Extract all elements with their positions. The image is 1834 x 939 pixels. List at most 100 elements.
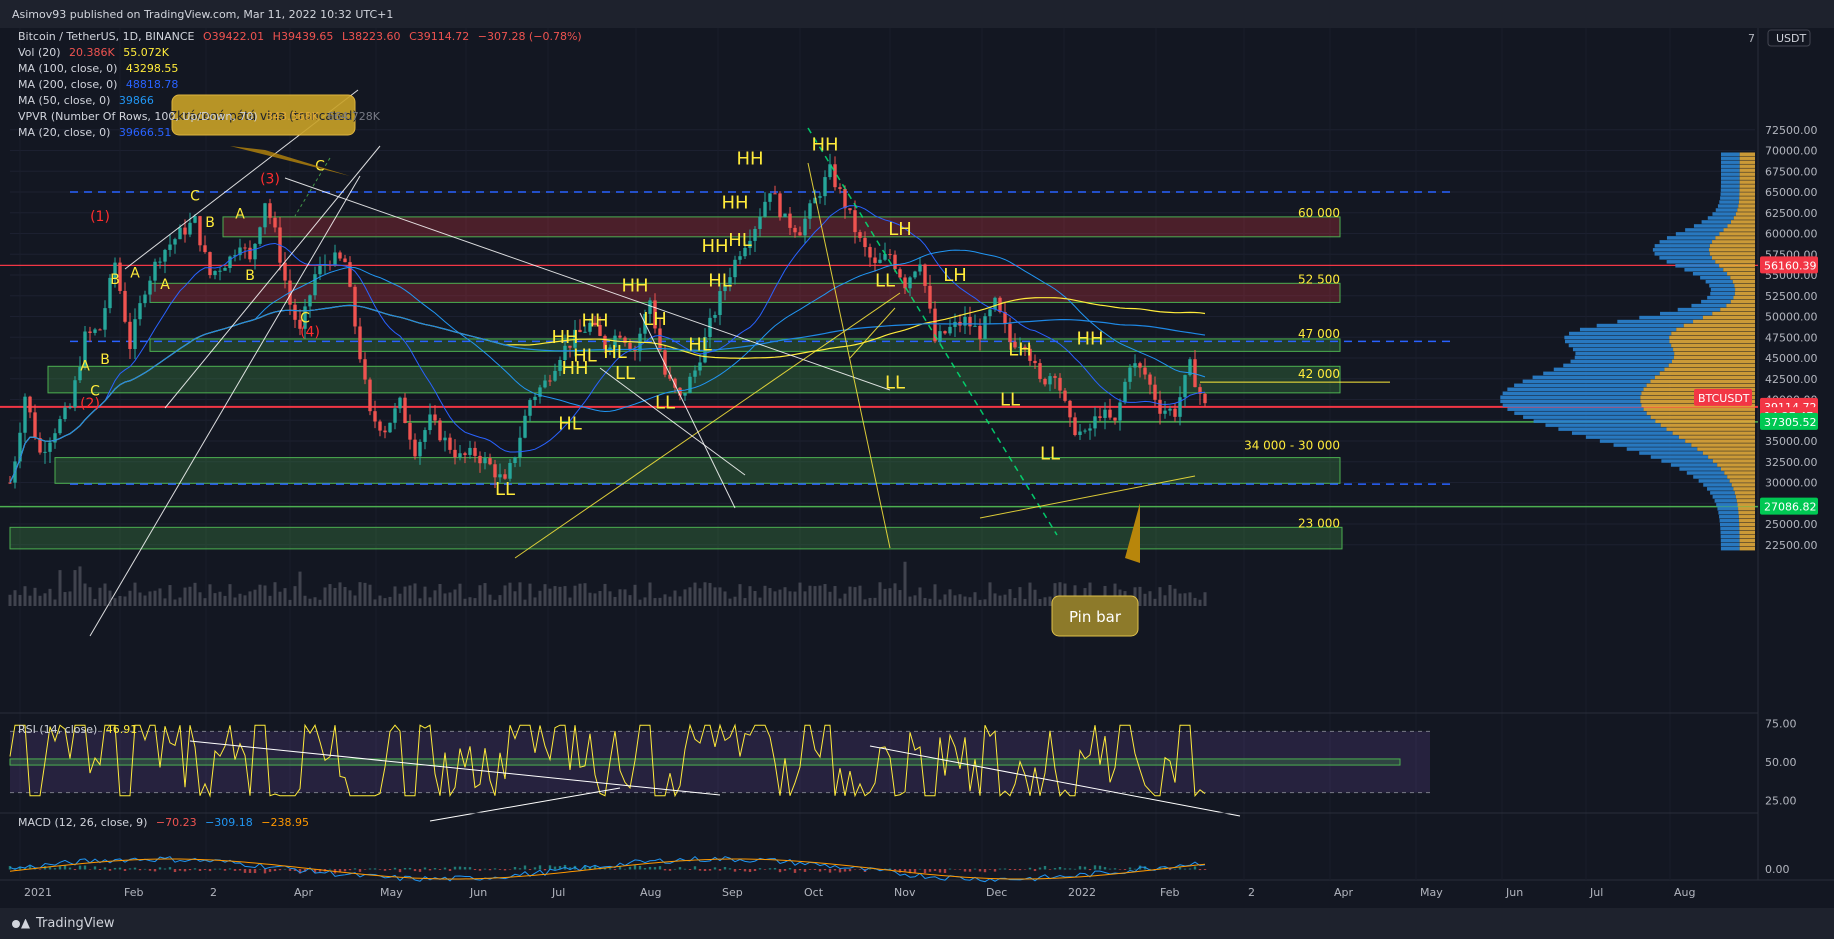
macd-hist-224 bbox=[1128, 867, 1132, 870]
candle-body-230 bbox=[1158, 399, 1162, 414]
volume-bar-23 bbox=[123, 596, 127, 606]
price-tag-label-5: 27086.82 bbox=[1764, 501, 1817, 514]
x-tick-label-8: Sep bbox=[722, 886, 743, 899]
candle-body-73 bbox=[373, 411, 377, 422]
macd-hist-96 bbox=[488, 869, 492, 871]
elliott-label-1: (3) bbox=[260, 172, 280, 188]
candle-body-101 bbox=[513, 457, 517, 464]
volume-bar-32 bbox=[168, 585, 172, 606]
macd-hist-221 bbox=[1113, 868, 1117, 870]
vp-bar-down-31 bbox=[1660, 423, 1755, 427]
vp-bar-up-78 bbox=[1666, 236, 1716, 240]
macd-hist-190 bbox=[958, 869, 962, 870]
candle-body-37 bbox=[193, 216, 197, 223]
candle-body-4 bbox=[28, 396, 32, 413]
vp-bar-up-10 bbox=[1717, 507, 1739, 511]
vp-bar-down-22 bbox=[1712, 459, 1755, 463]
vp-bar-up-20 bbox=[1679, 467, 1721, 471]
candle-body-217 bbox=[1093, 416, 1097, 429]
candle-body-138 bbox=[698, 362, 702, 371]
legend-low: L38223.60 bbox=[341, 30, 401, 43]
volume-bar-129 bbox=[653, 598, 657, 606]
volume-bar-147 bbox=[743, 598, 747, 606]
volume-bar-112 bbox=[568, 597, 572, 606]
vp-bar-up-82 bbox=[1701, 220, 1731, 224]
candle-body-26 bbox=[138, 303, 142, 320]
y-tick-label-11: 50000.00 bbox=[1765, 311, 1818, 324]
candle-body-183 bbox=[923, 264, 927, 286]
volume-bar-229 bbox=[1153, 598, 1157, 606]
elliott-label-12: A bbox=[235, 207, 245, 223]
vp-bar-down-42 bbox=[1650, 379, 1755, 384]
candle-body-30 bbox=[158, 261, 162, 263]
x-tick-label-15: Apr bbox=[1334, 886, 1354, 899]
x-tick-label-17: Jun bbox=[1505, 886, 1523, 899]
elliott-label-2: (4) bbox=[300, 324, 320, 340]
volume-bar-186 bbox=[938, 599, 942, 606]
vp-bar-down-74 bbox=[1709, 252, 1755, 256]
volume-bar-19 bbox=[103, 583, 107, 606]
macd-hist-125 bbox=[633, 865, 637, 870]
vp-bar-up-92 bbox=[1720, 180, 1740, 184]
candle-body-52 bbox=[268, 203, 272, 218]
y-tick-label-19: 70000.00 bbox=[1765, 145, 1818, 158]
candle-body-11 bbox=[63, 407, 67, 420]
legend-ma20-label: MA (20, close, 0) bbox=[18, 126, 111, 139]
volume-bar-33 bbox=[173, 599, 177, 606]
vp-bar-down-48 bbox=[1673, 355, 1755, 360]
volume-bar-115 bbox=[583, 583, 587, 606]
vp-bar-up-38 bbox=[1500, 395, 1641, 400]
macd-hist-73 bbox=[373, 868, 377, 870]
candle-body-109 bbox=[553, 370, 557, 381]
volume-bar-142 bbox=[718, 587, 722, 606]
legend-vol-label: Vol (20) bbox=[18, 46, 61, 59]
volume-bar-4 bbox=[28, 595, 32, 606]
macd-hist-195 bbox=[983, 869, 987, 873]
candle-body-41 bbox=[213, 271, 217, 276]
vp-bar-up-62 bbox=[1701, 299, 1731, 304]
tradingview-brand[interactable]: TradingView bbox=[12, 916, 115, 931]
macd-hist-30 bbox=[158, 867, 162, 870]
vp-bar-down-86 bbox=[1738, 204, 1755, 208]
candle-body-97 bbox=[493, 464, 497, 478]
candle-body-79 bbox=[403, 397, 407, 424]
candle-body-182 bbox=[918, 264, 922, 272]
candle-body-86 bbox=[438, 420, 442, 441]
volume-bar-138 bbox=[698, 588, 702, 606]
volume-bar-92 bbox=[468, 597, 472, 606]
macd-hist-140 bbox=[708, 869, 712, 871]
macd-hist-183 bbox=[923, 869, 927, 874]
macd-hist-48 bbox=[248, 869, 252, 873]
vp-bar-up-15 bbox=[1707, 487, 1734, 491]
volume-bar-199 bbox=[1003, 594, 1007, 606]
macd-hist-76 bbox=[388, 869, 392, 871]
candle-body-213 bbox=[1073, 417, 1077, 435]
volume-bar-37 bbox=[193, 582, 197, 606]
volume-bar-133 bbox=[673, 590, 677, 606]
macd-hist-64 bbox=[328, 868, 332, 870]
structure-label-1: HH bbox=[581, 310, 608, 331]
volume-bar-56 bbox=[288, 599, 292, 606]
elliott-label-11: B bbox=[205, 215, 215, 231]
candle-body-192 bbox=[968, 316, 972, 327]
chart-svg[interactable]: 22500.0025000.0027500.0030000.0032500.00… bbox=[0, 28, 1834, 908]
macd-hist-79 bbox=[403, 867, 407, 870]
vp-bar-up-77 bbox=[1659, 240, 1713, 244]
macd-hist-128 bbox=[648, 866, 652, 870]
volume-bar-207 bbox=[1043, 597, 1047, 606]
candle-body-3 bbox=[23, 396, 27, 433]
vp-bar-up-43 bbox=[1532, 375, 1655, 380]
macd-hist-101 bbox=[513, 867, 517, 870]
volume-bar-66 bbox=[338, 582, 342, 606]
chart-area[interactable]: 22500.0025000.0027500.0030000.0032500.00… bbox=[0, 28, 1834, 908]
x-tick-label-18: Jul bbox=[1589, 886, 1603, 899]
volume-bar-0 bbox=[8, 594, 12, 606]
vp-bar-down-35 bbox=[1643, 407, 1755, 411]
legend-open: O39422.01 bbox=[203, 30, 265, 43]
candle-body-12 bbox=[68, 407, 72, 409]
volume-bar-188 bbox=[948, 589, 952, 606]
structure-label-15: HH bbox=[736, 149, 763, 170]
structure-label-25: LL bbox=[495, 479, 515, 500]
legend-rsi-value: 46.91 bbox=[105, 723, 138, 736]
legend-macd-v1: −70.23 bbox=[155, 816, 197, 829]
